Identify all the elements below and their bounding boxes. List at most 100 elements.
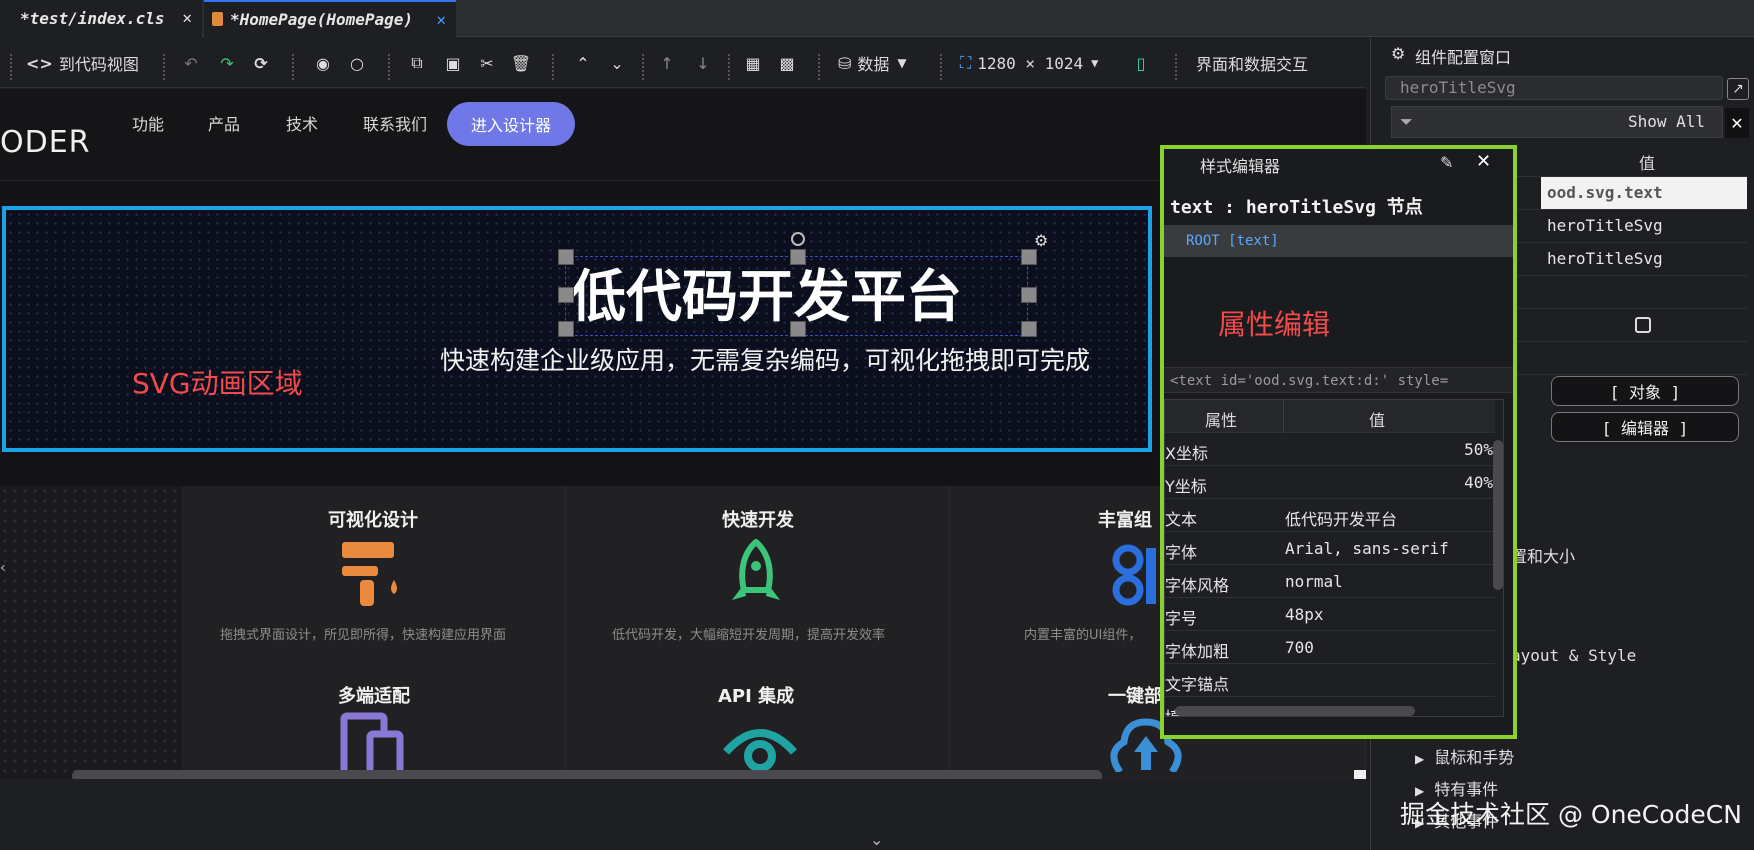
value-cell[interactable]: heroTitleSvg: [1547, 216, 1663, 235]
eye-icon[interactable]: ◉: [312, 52, 334, 74]
attr-value[interactable]: 48px: [1285, 605, 1324, 624]
chevron-up-icon[interactable]: ⌃: [572, 52, 594, 74]
to-code-view-button[interactable]: <> 到代码视图: [26, 50, 139, 76]
horizontal-scrollbar[interactable]: [1175, 706, 1415, 716]
redo-icon[interactable]: ↷: [216, 52, 238, 74]
tab-test-index[interactable]: *test/index.cls ✕: [0, 0, 202, 37]
resolution-dropdown[interactable]: ⛶ 1280 × 1024 ▼: [960, 50, 1098, 76]
attr-column-header: 属性: [1205, 411, 1238, 430]
arrow-up-icon[interactable]: ↑: [656, 52, 678, 74]
open-external-icon[interactable]: ↗: [1727, 78, 1749, 100]
table-row[interactable]: 字体风格 normal: [1165, 565, 1495, 598]
attr-name: Y坐标: [1165, 477, 1207, 496]
component-search-input[interactable]: heroTitleSvg: [1385, 76, 1723, 100]
attr-value[interactable]: Arial, sans-serif: [1285, 539, 1449, 558]
style-editor-dialog: 样式编辑器 ✎ ✕ text : heroTitleSvg 节点 ROOT [t…: [1160, 145, 1517, 739]
ui-data-interaction-button[interactable]: 界面和数据交互: [1196, 50, 1308, 76]
nav-link-tech[interactable]: 技术: [286, 111, 318, 135]
tab-bar: *test/index.cls ✕ *HomePage(HomePage) ✕: [0, 0, 1754, 37]
toolbar-separator: [163, 54, 165, 80]
toolbar-separator: [552, 54, 554, 80]
resize-handle[interactable]: [558, 321, 574, 337]
nav-link-contact[interactable]: 联系我们: [363, 111, 427, 135]
attr-value[interactable]: 50%: [1464, 440, 1493, 459]
feature-title: 一键部: [1108, 686, 1162, 707]
cut-icon[interactable]: ✂: [476, 52, 498, 74]
attr-value[interactable]: 40%: [1464, 473, 1493, 492]
close-icon[interactable]: ✕: [182, 8, 192, 27]
resize-handle[interactable]: [790, 321, 806, 337]
data-dropdown[interactable]: ⛁ 数据 ▼: [838, 50, 907, 76]
resize-handle[interactable]: [1021, 321, 1037, 337]
value-cell[interactable]: heroTitleSvg: [1547, 249, 1663, 268]
collapse-left-icon[interactable]: ‹: [0, 560, 6, 576]
table-row[interactable]: 文字锚点: [1165, 664, 1495, 697]
feature-title: 丰富组: [1098, 510, 1152, 531]
resize-handle[interactable]: [558, 287, 574, 303]
value-cell[interactable]: ood.svg.text: [1547, 183, 1663, 202]
chip-icon[interactable]: ▩: [776, 52, 798, 74]
bottom-panel: [0, 779, 1366, 850]
grid-icon[interactable]: ▦: [742, 52, 764, 74]
resize-handle[interactable]: [1021, 287, 1037, 303]
resize-handle[interactable]: [1021, 249, 1037, 265]
filter-bar[interactable]: ⏷ Show All: [1391, 106, 1723, 138]
refresh-icon[interactable]: ⟳: [250, 52, 272, 74]
edit-icon[interactable]: ✎: [1440, 153, 1453, 172]
components-icon: [1112, 544, 1156, 606]
value-column-header: 值: [1639, 154, 1656, 173]
rotate-handle-icon[interactable]: [791, 232, 805, 246]
undo-icon[interactable]: ↶: [180, 52, 202, 74]
chevron-down-icon[interactable]: ⌄: [870, 830, 883, 849]
enter-designer-button[interactable]: 进入设计器: [447, 102, 575, 146]
toolbar-separator: [728, 54, 730, 80]
toolbar-separator: [10, 54, 12, 80]
close-icon[interactable]: ✕: [1476, 151, 1491, 172]
attr-value[interactable]: 700: [1285, 638, 1314, 657]
tree-item-layout-style[interactable]: ayout & Style: [1511, 646, 1636, 665]
resize-handle[interactable]: [790, 249, 806, 265]
table-row[interactable]: 字号 48px: [1165, 598, 1495, 631]
attr-value[interactable]: 低代码开发平台: [1285, 506, 1397, 530]
chevron-down-icon[interactable]: ⌄: [606, 52, 628, 74]
checkbox[interactable]: [1635, 317, 1651, 333]
feature-title: API 集成: [718, 686, 795, 707]
circle-icon[interactable]: ○: [346, 52, 368, 74]
close-icon[interactable]: ✕: [436, 10, 446, 29]
to-code-view-label: 到代码视图: [58, 55, 139, 74]
tree-item-position-size[interactable]: 置和大小: [1511, 543, 1575, 567]
tab-label: *test/index.cls: [20, 9, 165, 28]
vertical-scrollbar[interactable]: [1493, 440, 1503, 590]
table-row[interactable]: 字体加粗 700: [1165, 631, 1495, 664]
hero-title[interactable]: 低代码开发平台: [570, 252, 962, 333]
root-path-breadcrumb[interactable]: ROOT [text]: [1164, 225, 1513, 257]
nav-link-features[interactable]: 功能: [132, 111, 164, 135]
resize-handle[interactable]: [558, 249, 574, 265]
copy-icon[interactable]: ⧉: [406, 52, 428, 74]
paste-icon[interactable]: ▣: [442, 52, 464, 74]
mobile-icon[interactable]: ▯: [1130, 52, 1152, 74]
toolbar-separator: [1175, 54, 1177, 80]
editor-button[interactable]: [ 编辑器 ]: [1551, 412, 1739, 442]
feature-desc: 内置丰富的UI组件，: [1024, 628, 1142, 643]
attr-edit-annotation: 属性编辑: [1218, 308, 1331, 341]
show-all-button[interactable]: Show All: [1628, 112, 1705, 131]
attr-value[interactable]: normal: [1285, 572, 1343, 591]
table-row[interactable]: 字体 Arial, sans-serif: [1165, 532, 1495, 565]
tree-item-mouse-gesture[interactable]: ▶ 鼠标和手势: [1415, 744, 1514, 768]
hero-subtitle[interactable]: 快速构建企业级应用，无需复杂编码，可视化拖拽即可完成: [440, 341, 1090, 377]
object-button[interactable]: [ 对象 ]: [1551, 376, 1739, 406]
gear-icon[interactable]: ⚙: [1034, 231, 1048, 250]
feature-desc: 拖拽式界面设计，所见即所得，快速构建应用界面: [220, 628, 507, 643]
table-row[interactable]: 文本 低代码开发平台: [1165, 499, 1495, 532]
table-row[interactable]: Y坐标 40%: [1165, 466, 1495, 499]
delete-icon[interactable]: 🗑: [510, 52, 532, 74]
close-icon[interactable]: ✕: [1725, 108, 1749, 138]
arrow-down-icon[interactable]: ↓: [692, 52, 714, 74]
tab-homepage[interactable]: *HomePage(HomePage) ✕: [204, 0, 456, 37]
resolution-label: 1280 × 1024: [977, 53, 1084, 73]
tree-item-label: 鼠标和手势: [1434, 748, 1515, 767]
svg-area-annotation: SVG动画区域: [132, 367, 303, 400]
table-row[interactable]: X坐标 50%: [1165, 433, 1495, 466]
nav-link-products[interactable]: 产品: [208, 111, 240, 135]
